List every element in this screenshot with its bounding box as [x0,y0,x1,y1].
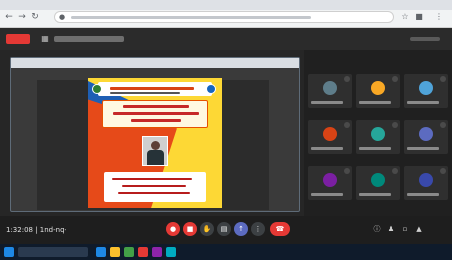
participant-tile[interactable] [308,74,352,108]
meeting-title [54,36,124,42]
activities-icon[interactable]: ▲ [414,224,424,234]
lock-icon: ● [59,13,66,21]
participant-tile[interactable] [308,120,352,154]
avatar [371,127,385,141]
participant-tile[interactable] [308,166,352,200]
info-icon[interactable]: ⓘ [372,224,382,234]
mic-muted-icon [344,168,350,174]
participant-name [407,193,439,196]
poster-footer-line [122,185,186,187]
participant-name [359,101,391,104]
start-icon[interactable] [4,247,14,257]
poster-heading-line [110,87,194,90]
meeting-header: ▦ [0,28,452,50]
poster-title-box [102,100,208,128]
participant-name [359,193,391,196]
mic-muted-icon [392,122,398,128]
participant-tile[interactable] [356,120,400,154]
participant-name [311,193,343,196]
participant-name [359,147,391,150]
people-icon[interactable]: ♟ [386,224,396,234]
avatar [323,81,337,95]
avatar [419,173,433,187]
header-status [410,37,440,41]
poster-left-logo [92,84,102,94]
participant-tile[interactable] [404,166,448,200]
menu-icon[interactable]: ⋮ [434,12,444,22]
raise-hand-icon[interactable]: ✋ [200,222,214,236]
call-controls-bar: 1:32:08 | 1nd-nq-kut ● ■ ✋ ▤ ↑ ⋮ ☎ ⓘ ♟ ▫… [0,216,452,244]
participant-tile[interactable] [404,74,448,108]
avatar [323,173,337,187]
present-icon[interactable]: ↑ [234,222,248,236]
taskbar-app-icon[interactable] [152,247,162,257]
event-poster [88,78,222,208]
extension-icon[interactable]: ■ [414,12,424,22]
avatar [419,81,433,95]
mic-muted-icon [392,168,398,174]
more-icon[interactable]: ⋮ [251,222,265,236]
chat-icon[interactable]: ▫ [400,224,410,234]
address-bar[interactable]: ● [54,11,394,23]
taskbar-app-icon[interactable] [138,247,148,257]
participant-tile[interactable] [404,120,448,154]
mic-muted-icon [440,168,446,174]
forward-arrow-icon[interactable]: → [17,12,27,22]
end-call-icon[interactable]: ☎ [270,222,290,236]
participant-name [311,101,343,104]
poster-right-logo [206,84,216,94]
browser-toolbar: ← → ↻ ● ☆ ■ ⋮ [0,0,452,28]
meeting-time-and-code: 1:32:08 | 1nd-nq-kut [6,226,66,234]
participant-name [407,101,439,104]
star-icon[interactable]: ☆ [400,12,410,22]
taskbar-search[interactable] [18,247,88,257]
camera-icon[interactable]: ■ [183,222,197,236]
mic-muted-icon [344,122,350,128]
back-arrow-icon[interactable]: ← [4,12,14,22]
mic-muted-icon [344,76,350,82]
avatar [419,127,433,141]
participant-tile[interactable] [356,166,400,200]
poster-subheading-line [110,92,180,94]
participant-name [311,147,343,150]
system-clock [394,247,434,257]
mic-icon[interactable]: ● [166,222,180,236]
poster-title-line [131,119,181,122]
mic-muted-icon [440,76,446,82]
speaker-photo-head [151,141,160,150]
taskbar-app-icon[interactable] [96,247,106,257]
poster-footer-line [112,178,192,180]
address-bar-url [71,16,311,19]
avatar [323,127,337,141]
grid-icon[interactable]: ▦ [40,34,50,44]
taskbar-app-icon[interactable] [166,247,176,257]
avatar [371,81,385,95]
poster-footer-line [118,192,190,194]
participant-name [407,147,439,150]
taskbar-app-icon[interactable] [110,247,120,257]
speaker-photo-body [147,150,164,165]
speaker-photo [142,136,168,166]
poster-footer [104,172,206,202]
shared-window-titlebar [11,58,299,68]
screen: ← → ↻ ● ☆ ■ ⋮ ▦ 1:32:08 | 1nd-nq ● ■ ✋ ▤… [0,0,452,260]
avatar [371,173,385,187]
reload-icon[interactable]: ↻ [30,12,40,22]
captions-icon[interactable]: ▤ [217,222,231,236]
mic-muted-icon [392,76,398,82]
poster-title-line [113,112,199,115]
taskbar-app-icon[interactable] [124,247,134,257]
browser-tabstrip[interactable] [0,0,452,10]
mic-muted-icon [440,122,446,128]
os-taskbar [0,244,452,260]
meeting-app-logo [6,34,30,44]
participant-tile[interactable] [356,74,400,108]
poster-title-line [123,105,189,108]
participant-grid [304,50,452,216]
